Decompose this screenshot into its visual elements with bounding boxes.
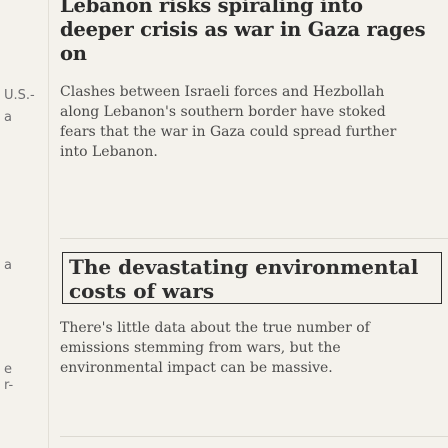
story-title-link-focused[interactable]: The devastating environmental costs of w… [62, 252, 442, 304]
story-title-line: costs of wars [69, 279, 215, 303]
story-title-line: Lebanon risks spiraling into [60, 0, 363, 17]
story-card-environment[interactable]: There's little data about the true numbe… [60, 318, 442, 378]
story-summary-line: There's little data about the true numbe… [60, 320, 370, 336]
cutoff-text: a [4, 110, 12, 125]
story-summary-line: emissions stemming from wars, but the [60, 340, 341, 356]
story-title-line: on [60, 42, 87, 65]
news-feed-page: U.S.- a a e r- Lebanon risks spiraling i… [0, 0, 448, 448]
story-summary-line: Clashes between Israeli forces and Hezbo… [60, 84, 385, 100]
story-separator [60, 238, 448, 239]
cutoff-text: a [4, 258, 12, 273]
story-summary-line: into Lebanon. [60, 144, 158, 160]
story-title-line: deeper crisis as war in Gaza rages [60, 18, 426, 41]
cutoff-text: r- [4, 378, 14, 393]
cutoff-text: U.S.- [4, 88, 35, 103]
story-summary: There's little data about the true numbe… [60, 318, 442, 378]
cutoff-text: e [4, 362, 12, 377]
story-summary-line: fears that the war in Gaza could spread … [60, 124, 397, 140]
story-title-link[interactable]: Lebanon risks spiraling into deeper cris… [60, 0, 442, 66]
story-summary-line: environmental impact can be massive. [60, 360, 333, 376]
story-summary: Clashes between Israeli forces and Hezbo… [60, 82, 442, 162]
story-card-lebanon[interactable]: Lebanon risks spiraling into deeper cris… [60, 0, 442, 162]
column-divider [48, 0, 49, 448]
story-summary-line: along Lebanon's southern border have sto… [60, 104, 386, 120]
story-title-line: The devastating environmental [69, 255, 419, 279]
previous-column-cutoff: U.S.- a a e r- [0, 0, 38, 448]
story-separator [60, 436, 448, 437]
